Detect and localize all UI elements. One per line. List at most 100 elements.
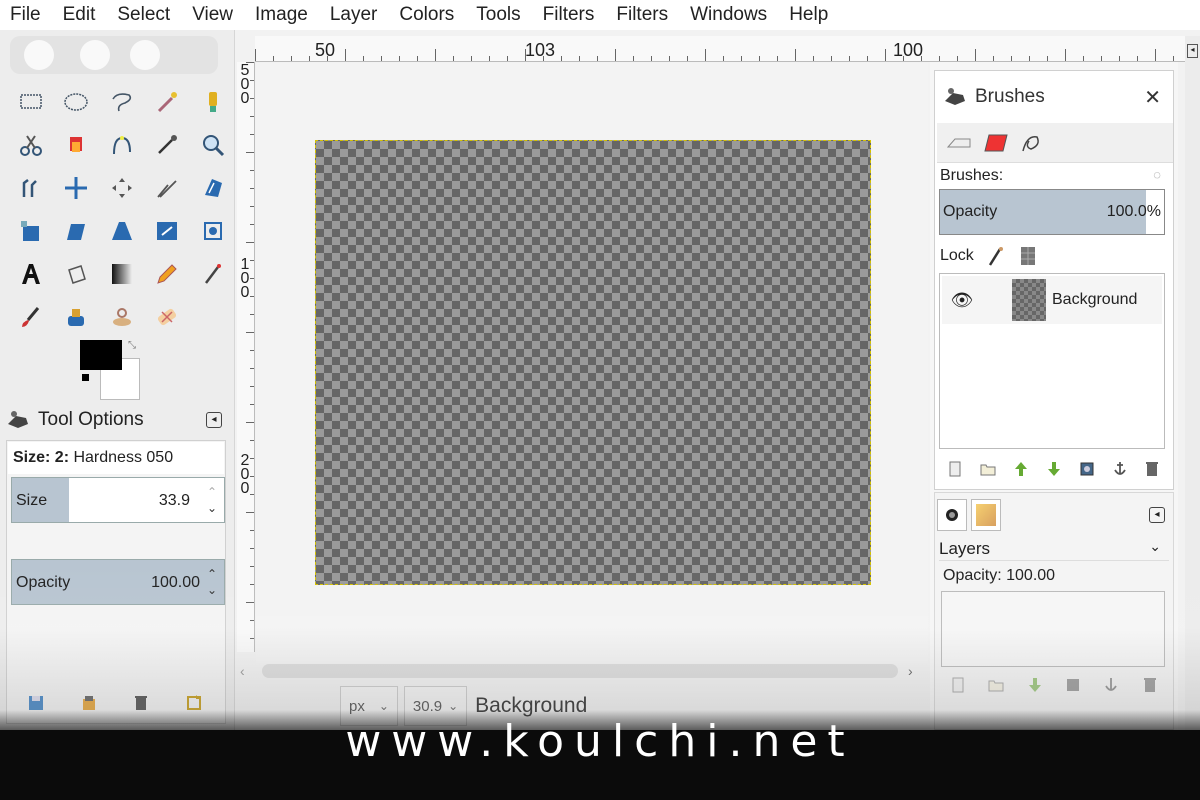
- size-spinscale[interactable]: Size 33.9 ⌃ ⌄: [11, 477, 225, 523]
- ruler-tick: [246, 512, 254, 513]
- new-layer-icon[interactable]: [949, 676, 967, 694]
- lower-layer-icon[interactable]: [1026, 676, 1044, 694]
- tab-brushes[interactable]: [977, 126, 1013, 160]
- ink-icon[interactable]: [54, 295, 100, 338]
- new-group-icon[interactable]: [979, 460, 997, 478]
- menu-filters[interactable]: Filters: [543, 4, 595, 26]
- raise-layer-icon[interactable]: [1012, 460, 1030, 478]
- delete-layer-icon[interactable]: [1141, 676, 1159, 694]
- cage-icon[interactable]: [190, 209, 236, 252]
- clone-icon[interactable]: [99, 295, 145, 338]
- heal-icon[interactable]: [145, 295, 191, 338]
- menu-windows[interactable]: Windows: [690, 4, 767, 26]
- swap-colors-icon[interactable]: ⤡: [128, 340, 136, 351]
- lasso-icon[interactable]: [99, 80, 145, 123]
- image-canvas-transparent[interactable]: [315, 140, 871, 585]
- ruler-tick: [250, 638, 254, 639]
- menu-view[interactable]: View: [192, 4, 233, 26]
- fg-bg-colors[interactable]: ⤡: [80, 340, 142, 402]
- tab-channels[interactable]: [937, 499, 967, 531]
- foreground-select-icon[interactable]: [54, 123, 100, 166]
- color-picker-icon[interactable]: [145, 123, 191, 166]
- vertical-scrollbar[interactable]: ◂: [1185, 36, 1200, 730]
- shear-icon[interactable]: [54, 209, 100, 252]
- foreground-color-swatch[interactable]: [80, 340, 122, 370]
- duplicate-layer-icon[interactable]: [1064, 676, 1082, 694]
- move-icon[interactable]: [54, 166, 100, 209]
- anchor-layer-icon[interactable]: [1111, 460, 1129, 478]
- text-icon[interactable]: [8, 252, 54, 295]
- tab-gradients[interactable]: [971, 499, 1001, 531]
- ellipse-select-icon[interactable]: [54, 80, 100, 123]
- new-layer-icon[interactable]: [946, 460, 964, 478]
- tab-fonts[interactable]: [1013, 126, 1049, 160]
- lock-alpha-icon[interactable]: [1018, 245, 1038, 267]
- menu-select[interactable]: Select: [117, 4, 170, 26]
- rect-select-icon[interactable]: [8, 80, 54, 123]
- eye-icon[interactable]: 👁: [942, 290, 982, 311]
- menu-file[interactable]: File: [10, 4, 41, 26]
- menu-tools[interactable]: Tools: [476, 4, 520, 26]
- crop-icon[interactable]: [145, 166, 191, 209]
- flip-icon[interactable]: [145, 209, 191, 252]
- default-colors-icon[interactable]: [82, 374, 89, 381]
- paths-icon[interactable]: [99, 123, 145, 166]
- ruler-tick: [687, 56, 688, 61]
- bucket-fill-icon[interactable]: [54, 252, 100, 295]
- align-icon[interactable]: [99, 166, 145, 209]
- tab-patterns[interactable]: [941, 126, 977, 160]
- measure-icon[interactable]: [8, 166, 54, 209]
- menu-edit[interactable]: Edit: [63, 4, 96, 26]
- brush-selector[interactable]: Size: 2: Hardness 050: [8, 442, 224, 474]
- ruler-tick: [250, 80, 254, 81]
- gradient-icon[interactable]: [99, 252, 145, 295]
- zoom-icon[interactable]: [190, 123, 236, 166]
- ruler-tick: [1173, 56, 1174, 61]
- perspective-icon[interactable]: [99, 209, 145, 252]
- ruler-label-vertical: 200: [237, 453, 253, 497]
- scroll-right-icon[interactable]: ›: [908, 663, 913, 679]
- close-icon[interactable]: ✕: [1144, 85, 1161, 110]
- wilber-drop-area: [10, 36, 218, 74]
- menu-help[interactable]: Help: [789, 4, 828, 26]
- menu-filters-2[interactable]: Filters: [616, 4, 668, 26]
- delete-layer-icon[interactable]: [1143, 460, 1161, 478]
- horizontal-scrollbar[interactable]: [262, 664, 898, 678]
- menu-image[interactable]: Image: [255, 4, 308, 26]
- ruler-tick: [250, 584, 254, 585]
- horizontal-ruler[interactable]: 50 103 100: [255, 36, 1185, 62]
- pin-icon[interactable]: ◌: [1153, 167, 1161, 182]
- airbrush-icon[interactable]: [190, 252, 236, 295]
- opacity-spinscale[interactable]: Opacity 100.00 ⌃ ⌄: [11, 559, 225, 605]
- wilber-eye-icon: [130, 40, 160, 70]
- ruler-label: 103: [525, 40, 556, 60]
- paintbrush-icon[interactable]: [8, 295, 54, 338]
- scissors-icon[interactable]: [8, 123, 54, 166]
- scroll-left-icon[interactable]: ‹: [240, 663, 245, 679]
- menu-colors[interactable]: Colors: [399, 4, 454, 26]
- rotate-icon[interactable]: [190, 166, 236, 209]
- configure-tab-icon[interactable]: ◂: [206, 412, 222, 428]
- fuzzy-select-icon[interactable]: [145, 80, 191, 123]
- brush-opacity-spinscale[interactable]: Opacity 100.0%: [939, 189, 1165, 235]
- ruler-tick: [291, 56, 292, 61]
- opacity-stepper[interactable]: ⌃ ⌄: [204, 560, 220, 604]
- new-group-icon[interactable]: [987, 676, 1005, 694]
- unified-transform-icon[interactable]: [8, 209, 54, 252]
- ruler-label: 100: [240, 256, 250, 301]
- configure-tab-icon[interactable]: ◂: [1149, 507, 1165, 523]
- ruler-tick: [255, 49, 256, 61]
- vertical-ruler[interactable]: 500 100 200: [237, 62, 255, 652]
- pencil-icon[interactable]: [145, 252, 191, 295]
- layers-selector[interactable]: Layers ⌄: [939, 537, 1169, 561]
- dock-menu-icon[interactable]: ◂: [1187, 44, 1198, 58]
- lower-layer-icon[interactable]: [1045, 460, 1063, 478]
- menu-layer[interactable]: Layer: [330, 4, 378, 26]
- size-stepper[interactable]: ⌃ ⌄: [204, 478, 220, 522]
- paint-select-icon[interactable]: [190, 80, 236, 123]
- anchor-layer-icon[interactable]: [1102, 676, 1120, 694]
- lock-pixels-icon[interactable]: [986, 245, 1006, 267]
- layer-row[interactable]: 👁 Background: [942, 276, 1162, 324]
- wilber-eye-icon: [24, 40, 54, 70]
- duplicate-layer-icon[interactable]: [1078, 460, 1096, 478]
